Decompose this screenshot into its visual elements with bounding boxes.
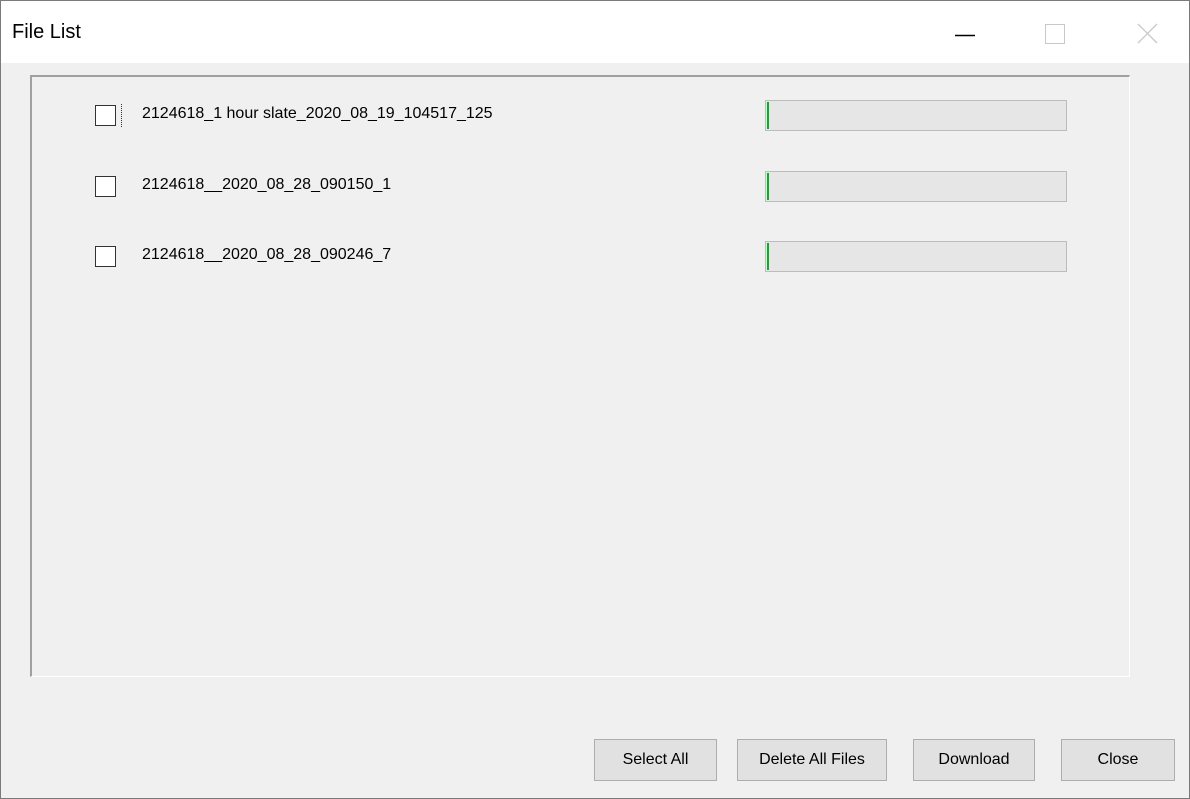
window-title: File List xyxy=(12,21,81,43)
progress-fill xyxy=(767,102,769,129)
file-list-panel: 2124618_1 hour slate_2020_08_19_104517_1… xyxy=(30,75,1130,677)
list-item: 2124618__2020_08_28_090150_1 xyxy=(32,171,1132,211)
maximize-icon xyxy=(1045,24,1065,44)
file-name: 2124618_1 hour slate_2020_08_19_104517_1… xyxy=(142,105,493,122)
close-button[interactable]: Close xyxy=(1061,739,1175,781)
list-item: 2124618_1 hour slate_2020_08_19_104517_1… xyxy=(32,100,1132,140)
file-checkbox[interactable] xyxy=(95,104,122,127)
download-progress-bar xyxy=(765,100,1067,131)
minimize-button[interactable] xyxy=(936,1,994,63)
list-item: 2124618__2020_08_28_090246_7 xyxy=(32,241,1132,281)
close-window-button[interactable] xyxy=(1116,1,1174,63)
close-icon xyxy=(1137,23,1158,44)
delete-all-files-button[interactable]: Delete All Files xyxy=(737,739,887,781)
file-checkbox[interactable] xyxy=(95,176,116,197)
minimize-icon xyxy=(955,34,975,37)
progress-fill xyxy=(767,173,769,200)
file-name: 2124618__2020_08_28_090246_7 xyxy=(142,246,392,263)
download-progress-bar xyxy=(765,171,1067,202)
download-button[interactable]: Download xyxy=(913,739,1035,781)
file-checkbox[interactable] xyxy=(95,246,116,267)
title-bar[interactable]: File List xyxy=(1,1,1189,63)
download-progress-bar xyxy=(765,241,1067,272)
file-list-window: File List 2124618_1 hour slate_2020_08_1… xyxy=(0,0,1190,799)
maximize-button[interactable] xyxy=(1026,1,1084,63)
progress-fill xyxy=(767,243,769,270)
file-name: 2124618__2020_08_28_090150_1 xyxy=(142,176,392,193)
select-all-button[interactable]: Select All xyxy=(594,739,717,781)
